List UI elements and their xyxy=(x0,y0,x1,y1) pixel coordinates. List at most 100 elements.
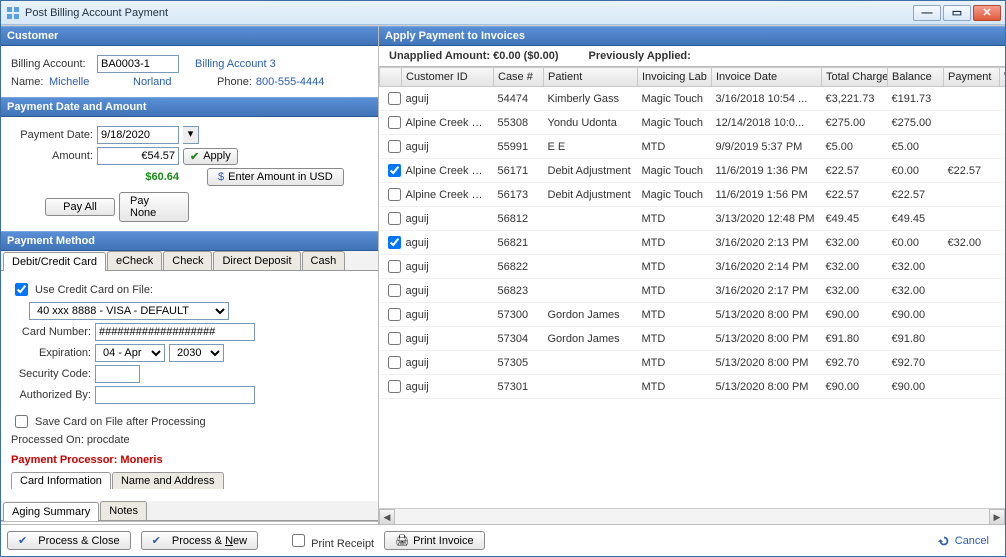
table-row[interactable]: aguij57304Gordon JamesMTD5/13/2020 8:00 … xyxy=(380,327,1006,351)
amount-input[interactable] xyxy=(97,147,179,165)
row-checkbox[interactable] xyxy=(388,332,401,345)
payment-method-header: Payment Method xyxy=(1,231,378,251)
table-row[interactable]: aguij57305MTD5/13/2020 8:00 PM€92.70€92.… xyxy=(380,351,1006,375)
table-row[interactable]: Alpine Creek De...56173Debit AdjustmentM… xyxy=(380,183,1006,207)
row-checkbox[interactable] xyxy=(388,380,401,393)
print-invoice-button[interactable]: 🖨Print Invoice xyxy=(384,531,485,550)
cell-balance: €0.00 xyxy=(888,231,944,255)
date-dropdown-button[interactable]: ▾ xyxy=(183,126,199,144)
process-new-button[interactable]: ✔ Process & New xyxy=(141,531,258,550)
row-checkbox[interactable] xyxy=(388,260,401,273)
col-case[interactable]: Case # xyxy=(494,68,544,87)
col-date[interactable]: Invoice Date xyxy=(712,68,822,87)
subtab-card-info[interactable]: Card Information xyxy=(11,472,111,489)
col-total[interactable]: Total Charge xyxy=(822,68,888,87)
card-on-file-select[interactable]: 40 xxx 8888 - VISA - DEFAULT xyxy=(29,302,229,320)
save-card-checkbox[interactable] xyxy=(15,415,28,428)
subtab-name-address[interactable]: Name and Address xyxy=(112,472,224,489)
exp-month-select[interactable]: 04 - Apr xyxy=(95,344,165,362)
col-payment[interactable]: Payment xyxy=(944,68,1000,87)
cell-customer-id: aguij xyxy=(402,303,494,327)
row-checkbox[interactable] xyxy=(388,236,401,249)
table-row[interactable]: aguij56821MTD3/16/2020 2:13 PM€32.00€0.0… xyxy=(380,231,1006,255)
table-row[interactable]: aguij56812MTD3/13/2020 12:48 PM€49.45€49… xyxy=(380,207,1006,231)
maximize-button[interactable]: ▭ xyxy=(943,5,971,21)
table-row[interactable]: aguij55991E EMTD9/9/2019 5:37 PM€5.00€5.… xyxy=(380,135,1006,159)
cancel-button[interactable]: Cancel xyxy=(927,532,999,550)
row-checkbox[interactable] xyxy=(388,212,401,225)
table-row[interactable]: aguij57300Gordon JamesMTD5/13/2020 8:00 … xyxy=(380,303,1006,327)
scroll-left-button[interactable]: ◀ xyxy=(379,509,395,524)
row-checkbox[interactable] xyxy=(388,284,401,297)
phone-link[interactable]: 800-555-4444 xyxy=(256,76,325,88)
apply-amount-button[interactable]: ✔Apply xyxy=(183,148,238,165)
table-row[interactable]: aguij56822MTD3/16/2020 2:14 PM€32.00€32.… xyxy=(380,255,1006,279)
tab-check[interactable]: Check xyxy=(163,251,212,270)
cell-lab: MTD xyxy=(638,327,712,351)
payment-date-input[interactable] xyxy=(97,126,179,144)
security-code-input[interactable] xyxy=(95,365,140,383)
tab-debit-credit[interactable]: Debit/Credit Card xyxy=(3,252,106,271)
cell-lab: MTD xyxy=(638,279,712,303)
billing-account-link[interactable]: Billing Account 3 xyxy=(195,58,276,70)
table-row[interactable]: Alpine Creek De...56171Debit AdjustmentM… xyxy=(380,159,1006,183)
cell-patient xyxy=(544,255,638,279)
pay-all-button[interactable]: Pay All xyxy=(45,198,115,216)
row-checkbox[interactable] xyxy=(388,164,401,177)
horizontal-scrollbar[interactable]: ◀ ▶ xyxy=(379,508,1005,524)
table-row[interactable]: aguij57301MTD5/13/2020 8:00 PM€90.00€90.… xyxy=(380,375,1006,399)
invoice-grid[interactable]: Customer ID Case # Patient Invoicing Lab… xyxy=(379,67,1005,508)
col-customer-id[interactable]: Customer ID xyxy=(402,68,494,87)
tab-echeck[interactable]: eCheck xyxy=(107,251,162,270)
print-receipt-label: Print Receipt xyxy=(311,538,374,550)
cell-writeoff xyxy=(1000,255,1006,279)
firstname-link[interactable]: Michelle xyxy=(49,76,129,88)
row-checkbox[interactable] xyxy=(388,188,401,201)
cell-writeoff xyxy=(1000,135,1006,159)
enter-usd-button[interactable]: $Enter Amount in USD xyxy=(207,168,344,186)
cell-total: €32.00 xyxy=(822,279,888,303)
col-writeoff[interactable]: Write-Off xyxy=(1000,68,1006,87)
row-checkbox[interactable] xyxy=(388,356,401,369)
card-number-input[interactable] xyxy=(95,323,255,341)
table-row[interactable]: aguij54474Kimberly GassMagic Touch3/16/2… xyxy=(380,87,1006,111)
cell-total: €5.00 xyxy=(822,135,888,159)
currency-icon: $ xyxy=(218,171,224,183)
tab-cash[interactable]: Cash xyxy=(302,251,346,270)
lastname-link[interactable]: Norland xyxy=(133,76,213,88)
row-checkbox[interactable] xyxy=(388,116,401,129)
table-row[interactable]: aguij56823MTD3/16/2020 2:17 PM€32.00€32.… xyxy=(380,279,1006,303)
print-receipt-checkbox[interactable] xyxy=(292,534,305,547)
minimize-button[interactable]: — xyxy=(913,5,941,21)
billing-account-input[interactable] xyxy=(97,55,179,73)
cell-case: 55308 xyxy=(494,111,544,135)
cell-date: 9/9/2019 5:37 PM xyxy=(712,135,822,159)
exp-year-select[interactable]: 2030 xyxy=(169,344,224,362)
tab-notes[interactable]: Notes xyxy=(100,501,147,520)
cell-payment xyxy=(944,255,1000,279)
scroll-right-button[interactable]: ▶ xyxy=(989,509,1005,524)
col-checkbox[interactable] xyxy=(380,68,402,87)
col-balance[interactable]: Balance xyxy=(888,68,944,87)
cell-lab: Magic Touch xyxy=(638,183,712,207)
row-checkbox[interactable] xyxy=(388,92,401,105)
row-checkbox[interactable] xyxy=(388,308,401,321)
col-lab[interactable]: Invoicing Lab xyxy=(638,68,712,87)
tab-aging-summary[interactable]: Aging Summary xyxy=(3,502,99,521)
tab-direct-deposit[interactable]: Direct Deposit xyxy=(213,251,300,270)
cell-lab: MTD xyxy=(638,207,712,231)
process-close-button[interactable]: ✔ Process & Close xyxy=(7,531,131,550)
authorized-by-input[interactable] xyxy=(95,386,255,404)
previously-applied-label: Previously Applied: xyxy=(589,50,691,62)
row-checkbox[interactable] xyxy=(388,140,401,153)
authorized-by-label: Authorized By: xyxy=(11,389,91,401)
cell-customer-id: aguij xyxy=(402,279,494,303)
cell-payment: €32.00 xyxy=(944,231,1000,255)
cell-balance: €5.00 xyxy=(888,135,944,159)
pay-none-button[interactable]: Pay None xyxy=(119,192,189,222)
use-card-checkbox[interactable] xyxy=(15,283,28,296)
col-patient[interactable]: Patient xyxy=(544,68,638,87)
close-button[interactable]: ✕ xyxy=(973,5,1001,21)
cell-writeoff xyxy=(1000,159,1006,183)
table-row[interactable]: Alpine Creek De...55308Yondu UdontaMagic… xyxy=(380,111,1006,135)
